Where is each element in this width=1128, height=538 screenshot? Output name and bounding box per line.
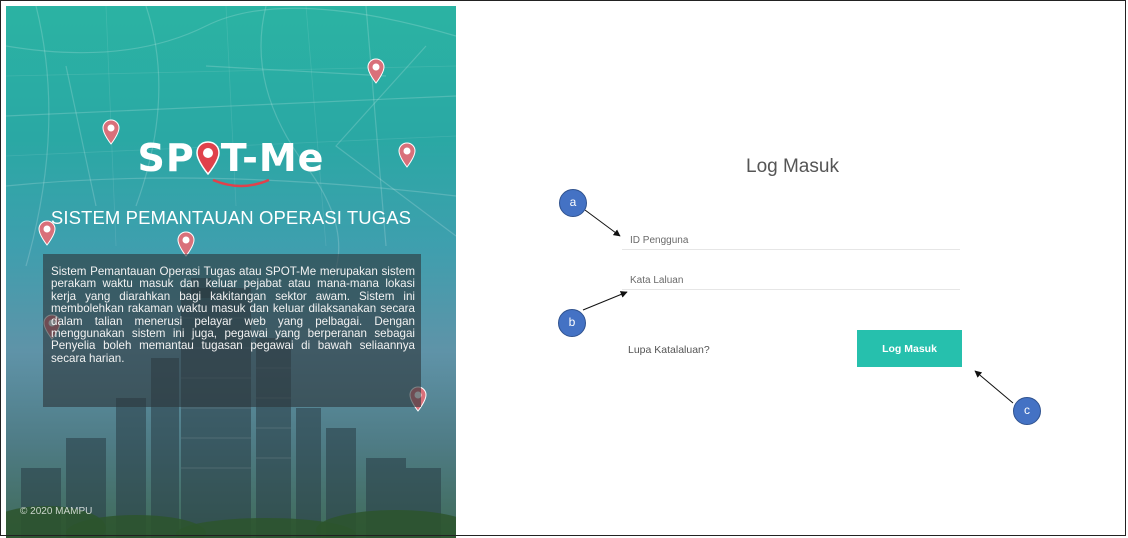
username-input[interactable] bbox=[622, 232, 960, 250]
arrow-b bbox=[582, 291, 628, 311]
hero-description: Sistem Pemantauan Operasi Tugas atau SPO… bbox=[51, 265, 415, 365]
map-pin-icon bbox=[367, 58, 385, 84]
arrow-c bbox=[974, 370, 1014, 404]
copyright-text: © 2020 MAMPU bbox=[20, 506, 93, 517]
annotation-badge-c: c bbox=[1013, 397, 1041, 425]
logo-text-left: SP bbox=[137, 136, 195, 180]
password-input[interactable] bbox=[622, 272, 960, 290]
forgot-password-link[interactable]: Lupa Katalaluan? bbox=[628, 344, 710, 356]
logo-swoosh bbox=[212, 178, 270, 188]
hero-panel: SP T-Me SISTEM PEMANTAUAN OPERASI TUGAS S… bbox=[6, 6, 456, 538]
logo-text-right: T-Me bbox=[220, 136, 325, 180]
login-button[interactable]: Log Masuk bbox=[857, 330, 962, 367]
login-title: Log Masuk bbox=[746, 156, 839, 177]
annotation-badge-a: a bbox=[559, 189, 587, 217]
hero-title: SISTEM PEMANTAUAN OPERASI TUGAS bbox=[50, 207, 412, 228]
arrow-a bbox=[584, 209, 621, 237]
spot-me-logo: SP T-Me bbox=[6, 136, 456, 180]
annotation-badge-b: b bbox=[558, 309, 586, 337]
logo-pin-icon bbox=[195, 141, 220, 175]
